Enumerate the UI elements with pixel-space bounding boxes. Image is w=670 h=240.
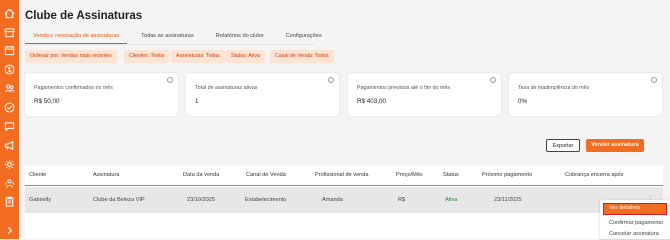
col-channel[interactable]: Canal de Venda: [246, 172, 286, 178]
chat-icon[interactable]: [4, 121, 15, 132]
sell-subscription-button[interactable]: Vender assinatura: [586, 139, 644, 152]
info-icon[interactable]: i: [651, 77, 657, 83]
col-subscription[interactable]: Assinatura: [93, 172, 119, 178]
tab-settings[interactable]: Configurações: [278, 31, 330, 44]
subscriptions-filter-chip[interactable]: Assinaturas: Todas: [171, 50, 225, 63]
card-confirmed-payments: i Pagamentos confirmados no mês R$ 50,00: [25, 73, 178, 116]
export-button[interactable]: Exportar: [546, 139, 580, 152]
store-icon[interactable]: [4, 27, 15, 38]
cell-sale-date: 23/10/2025: [187, 197, 215, 203]
tab-bar: Venda e renovação de assinaturas Todas a…: [25, 31, 330, 44]
status-badge: Ativa: [445, 197, 458, 203]
settings-icon[interactable]: [4, 159, 15, 170]
status-filter-chip[interactable]: Status: Ativa: [226, 50, 265, 63]
sidebar: [0, 0, 19, 239]
row-context-menu: Ver detalhes Confirmar pagamento Cancela…: [600, 200, 670, 239]
clients-filter-chip[interactable]: Clientes: Todos: [124, 50, 170, 63]
expand-icon[interactable]: [4, 225, 15, 236]
card-active-subscriptions: i Total de assinaturas ativas 1: [186, 73, 339, 116]
more-vertical-icon[interactable]: · · ·: [649, 193, 651, 206]
col-price[interactable]: Preço/Mês: [396, 172, 423, 178]
info-icon[interactable]: i: [328, 77, 334, 83]
card-value: R$ 403,00: [357, 98, 387, 105]
page-title: Clube de Assinaturas: [25, 10, 143, 22]
check-icon[interactable]: [4, 102, 15, 113]
home-icon[interactable]: [4, 8, 15, 19]
col-professional[interactable]: Profissional de venda: [315, 172, 369, 178]
megaphone-icon[interactable]: [4, 140, 15, 151]
tab-all-subscriptions[interactable]: Todas as assinaturas: [133, 31, 202, 44]
cell-price: R$: [398, 197, 406, 203]
card-value: 0%: [518, 98, 528, 105]
card-value: R$ 50,00: [34, 98, 60, 105]
channel-filter-chip[interactable]: Canal de Venda: Todos: [270, 50, 334, 63]
card-label: Pagamentos previstos até o fim do mês: [357, 85, 451, 91]
group-icon[interactable]: [4, 178, 15, 189]
tabs-divider: [25, 44, 315, 45]
card-expected-payments: i Pagamentos previstos até o fim do mês …: [348, 73, 501, 116]
card-label: Total de assinaturas ativas: [195, 85, 258, 91]
confirm-payment-menu-item[interactable]: Confirmar pagamento: [609, 220, 663, 226]
col-next-payment[interactable]: Próximo pagamento: [482, 172, 532, 178]
view-details-menu-item[interactable]: Ver detalhes: [603, 203, 667, 215]
calendar-icon[interactable]: [4, 45, 15, 56]
card-label: Taxa de inadimplência do mês: [518, 85, 590, 91]
cell-subscription: Clube da Beleza VIP: [93, 197, 145, 203]
table-row[interactable]: Gabrielly Clube da Beleza VIP 23/10/2025…: [25, 187, 663, 213]
card-default-rate: i Taxa de inadimplência do mês 0%: [509, 73, 662, 116]
cell-client: Gabrielly: [29, 197, 52, 203]
col-billing-ends[interactable]: Cobrança encerra após: [565, 172, 623, 178]
card-value: 1: [195, 98, 199, 105]
cancel-subscription-menu-item[interactable]: Cancelar assinatura: [609, 231, 659, 237]
info-icon[interactable]: i: [490, 77, 496, 83]
cell-professional: Amanda: [322, 197, 343, 203]
subscriptions-table: Cliente Assinatura Data da venda Canal d…: [25, 166, 663, 239]
table-header: Cliente Assinatura Data da venda Canal d…: [25, 166, 663, 186]
col-client[interactable]: Cliente: [29, 172, 46, 178]
users-icon[interactable]: [4, 83, 15, 94]
sort-filter-chip[interactable]: Ordenar por: Vendas mais recentes: [25, 50, 117, 63]
col-sale-date[interactable]: Data da venda: [183, 172, 219, 178]
card-label: Pagamentos confirmados no mês: [34, 85, 113, 91]
clipboard-icon[interactable]: [4, 196, 15, 207]
info-icon[interactable]: i: [167, 77, 173, 83]
col-status[interactable]: Status: [443, 172, 459, 178]
cell-channel: Estabelecimento: [245, 197, 287, 203]
cell-next-payment: 23/11/2025: [494, 197, 522, 203]
tab-club-reports[interactable]: Relatórios do clube: [208, 31, 272, 44]
dollar-icon[interactable]: [4, 64, 15, 75]
tab-sales-renewal[interactable]: Venda e renovação de assinaturas: [25, 31, 128, 44]
